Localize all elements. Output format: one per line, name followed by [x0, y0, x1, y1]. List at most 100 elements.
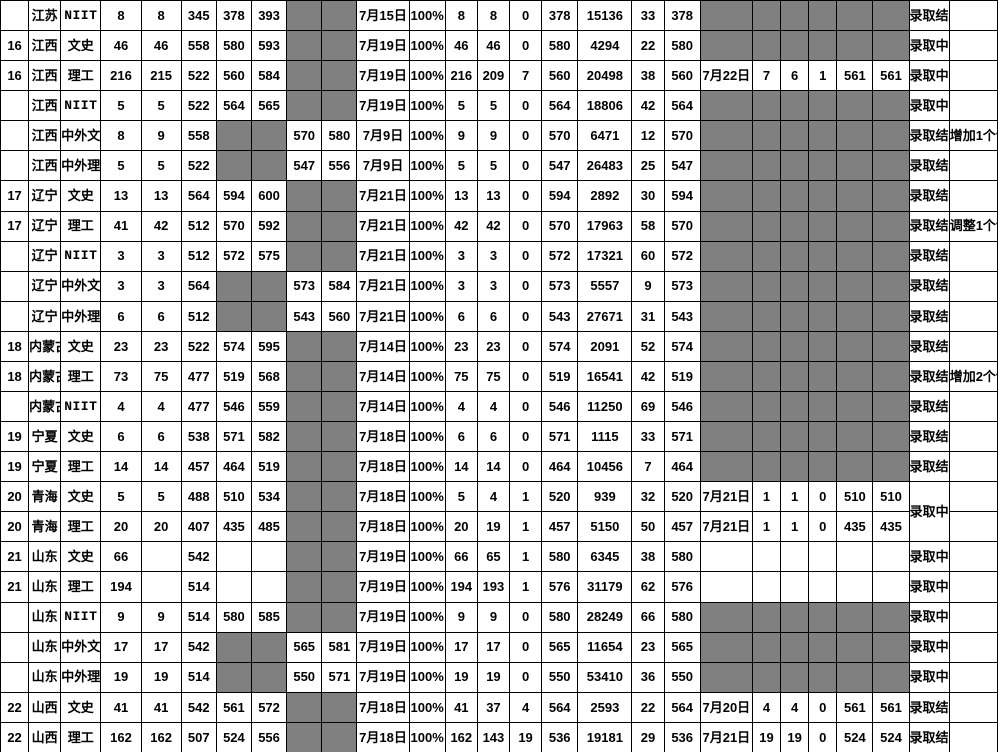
cell-batch_line[interactable]: 564 — [180, 270, 217, 302]
cell-max_score[interactable]: 565 — [250, 90, 288, 122]
cell-in2-empty[interactable] — [751, 421, 782, 453]
cell-plan[interactable]: 9 — [100, 601, 142, 633]
cell-line2[interactable] — [836, 541, 874, 573]
cell-date2-empty[interactable] — [699, 240, 753, 272]
cell-date1[interactable]: 7月14日 — [356, 330, 410, 362]
cell-ok2-empty[interactable] — [780, 210, 810, 242]
cell-cw_min[interactable]: 565 — [286, 631, 323, 663]
cell-low2[interactable] — [872, 541, 910, 573]
cell-max_score-empty[interactable] — [250, 631, 288, 663]
cell-in1[interactable]: 6 — [444, 421, 478, 453]
cell-in1[interactable]: 8 — [444, 0, 478, 32]
cell-out2-empty[interactable] — [808, 210, 838, 242]
cell-type[interactable]: NIIT — [60, 240, 102, 272]
cell-out2-empty[interactable] — [808, 360, 838, 393]
cell-in2[interactable]: 7 — [751, 60, 782, 92]
cell-max_score-empty[interactable] — [250, 270, 288, 302]
cell-status[interactable]: 录取中 — [908, 30, 950, 62]
cell-line2-empty[interactable] — [836, 391, 874, 423]
cell-note[interactable] — [948, 0, 998, 32]
cell-in2[interactable]: 1 — [751, 511, 782, 543]
cell-status[interactable]: 录取结束 — [908, 360, 950, 393]
cell-status[interactable]: 录取结束 — [908, 451, 950, 483]
cell-in2-empty[interactable] — [751, 300, 782, 332]
cell-min_score[interactable]: 564 — [215, 90, 252, 122]
cell-cw_max-empty[interactable] — [321, 421, 358, 453]
cell-rate[interactable]: 100% — [408, 541, 446, 573]
cell-out2[interactable] — [808, 571, 838, 603]
cell-batch_line[interactable]: 522 — [180, 90, 217, 122]
cell-rank1[interactable]: 4294 — [577, 30, 633, 62]
cell-status[interactable]: 录取中 — [908, 631, 950, 663]
cell-province[interactable]: 山东 — [28, 661, 62, 693]
cell-line1[interactable]: 572 — [541, 240, 579, 272]
cell-admitted[interactable]: 5 — [140, 481, 182, 513]
cell-ok2[interactable]: 6 — [780, 60, 810, 92]
cell-out2-empty[interactable] — [808, 661, 838, 693]
cell-rate[interactable]: 100% — [408, 300, 446, 332]
cell-ok1[interactable]: 6 — [476, 300, 511, 332]
cell-cnt1[interactable]: 42 — [631, 360, 665, 393]
cell-type[interactable]: 理工 — [60, 571, 102, 603]
cell-out2-empty[interactable] — [808, 240, 838, 272]
table-row[interactable]: 16 江西 文史 46 46 558 580 593 7月19日 100% 46 46 0 580 4294… — [0, 30, 998, 62]
cell-line1[interactable]: 573 — [541, 270, 579, 302]
cell-ok1[interactable]: 19 — [476, 661, 511, 693]
cell-cw_min-empty[interactable] — [286, 330, 323, 362]
cell-cw_max-empty[interactable] — [321, 30, 358, 62]
cell-out1[interactable]: 0 — [508, 601, 543, 633]
cell-idx[interactable] — [0, 90, 30, 122]
table-row[interactable]: 19 宁夏 理工 14 14 457 464 519 7月18日 100% 14 14 0 464 1045… — [0, 451, 998, 483]
cell-plan[interactable]: 19 — [100, 661, 142, 693]
cell-rate[interactable]: 100% — [408, 330, 446, 362]
cell-max_score[interactable]: 393 — [250, 0, 288, 32]
cell-max_score[interactable]: 485 — [250, 511, 288, 543]
cell-type[interactable]: 中外文史 — [60, 631, 102, 663]
cell-type[interactable]: 文史 — [60, 330, 102, 362]
cell-out1[interactable]: 0 — [508, 360, 543, 393]
cell-batch_line[interactable]: 522 — [180, 150, 217, 182]
cell-idx[interactable] — [0, 300, 30, 332]
cell-note[interactable]: 调整1个计划 — [948, 210, 998, 242]
cell-max_score[interactable]: 534 — [250, 481, 288, 513]
cell-min_score[interactable] — [215, 541, 252, 573]
cell-date2-empty[interactable] — [699, 601, 753, 633]
cell-out1[interactable]: 0 — [508, 631, 543, 663]
cell-min_score[interactable]: 574 — [215, 330, 252, 362]
cell-out2[interactable]: 1 — [808, 60, 838, 92]
cell-line1[interactable]: 457 — [541, 511, 579, 543]
cell-ok1[interactable]: 3 — [476, 270, 511, 302]
cell-plan[interactable]: 20 — [100, 511, 142, 543]
cell-rate[interactable]: 100% — [408, 270, 446, 302]
cell-low1[interactable]: 546 — [663, 391, 701, 423]
cell-out2-empty[interactable] — [808, 601, 838, 633]
cell-min_score[interactable]: 510 — [215, 481, 252, 513]
cell-plan[interactable]: 6 — [100, 300, 142, 332]
cell-note[interactable] — [948, 601, 998, 633]
cell-low1[interactable]: 457 — [663, 511, 701, 543]
cell-date1[interactable]: 7月19日 — [356, 601, 410, 633]
cell-rate[interactable]: 100% — [408, 511, 446, 543]
cell-out2-empty[interactable] — [808, 90, 838, 122]
cell-rate[interactable]: 100% — [408, 210, 446, 242]
cell-province[interactable]: 辽宁 — [28, 300, 62, 332]
cell-note[interactable] — [948, 691, 998, 723]
cell-in1[interactable]: 194 — [444, 571, 478, 603]
cell-batch_line[interactable]: 538 — [180, 421, 217, 453]
cell-ok2-empty[interactable] — [780, 270, 810, 302]
cell-rank1[interactable]: 2892 — [577, 180, 633, 212]
cell-in2-empty[interactable] — [751, 210, 782, 242]
cell-ok1[interactable]: 9 — [476, 601, 511, 633]
cell-idx[interactable] — [0, 0, 30, 32]
cell-plan[interactable]: 23 — [100, 330, 142, 362]
cell-line1[interactable]: 547 — [541, 150, 579, 182]
cell-ok2-empty[interactable] — [780, 90, 810, 122]
cell-type[interactable]: 中外理工 — [60, 300, 102, 332]
cell-min_score[interactable] — [215, 571, 252, 603]
cell-low2-empty[interactable] — [872, 300, 910, 332]
cell-admitted[interactable]: 41 — [140, 691, 182, 723]
cell-low2-empty[interactable] — [872, 0, 910, 32]
cell-batch_line[interactable]: 542 — [180, 691, 217, 723]
cell-out1[interactable]: 0 — [508, 90, 543, 122]
cell-batch_line[interactable]: 512 — [180, 210, 217, 242]
